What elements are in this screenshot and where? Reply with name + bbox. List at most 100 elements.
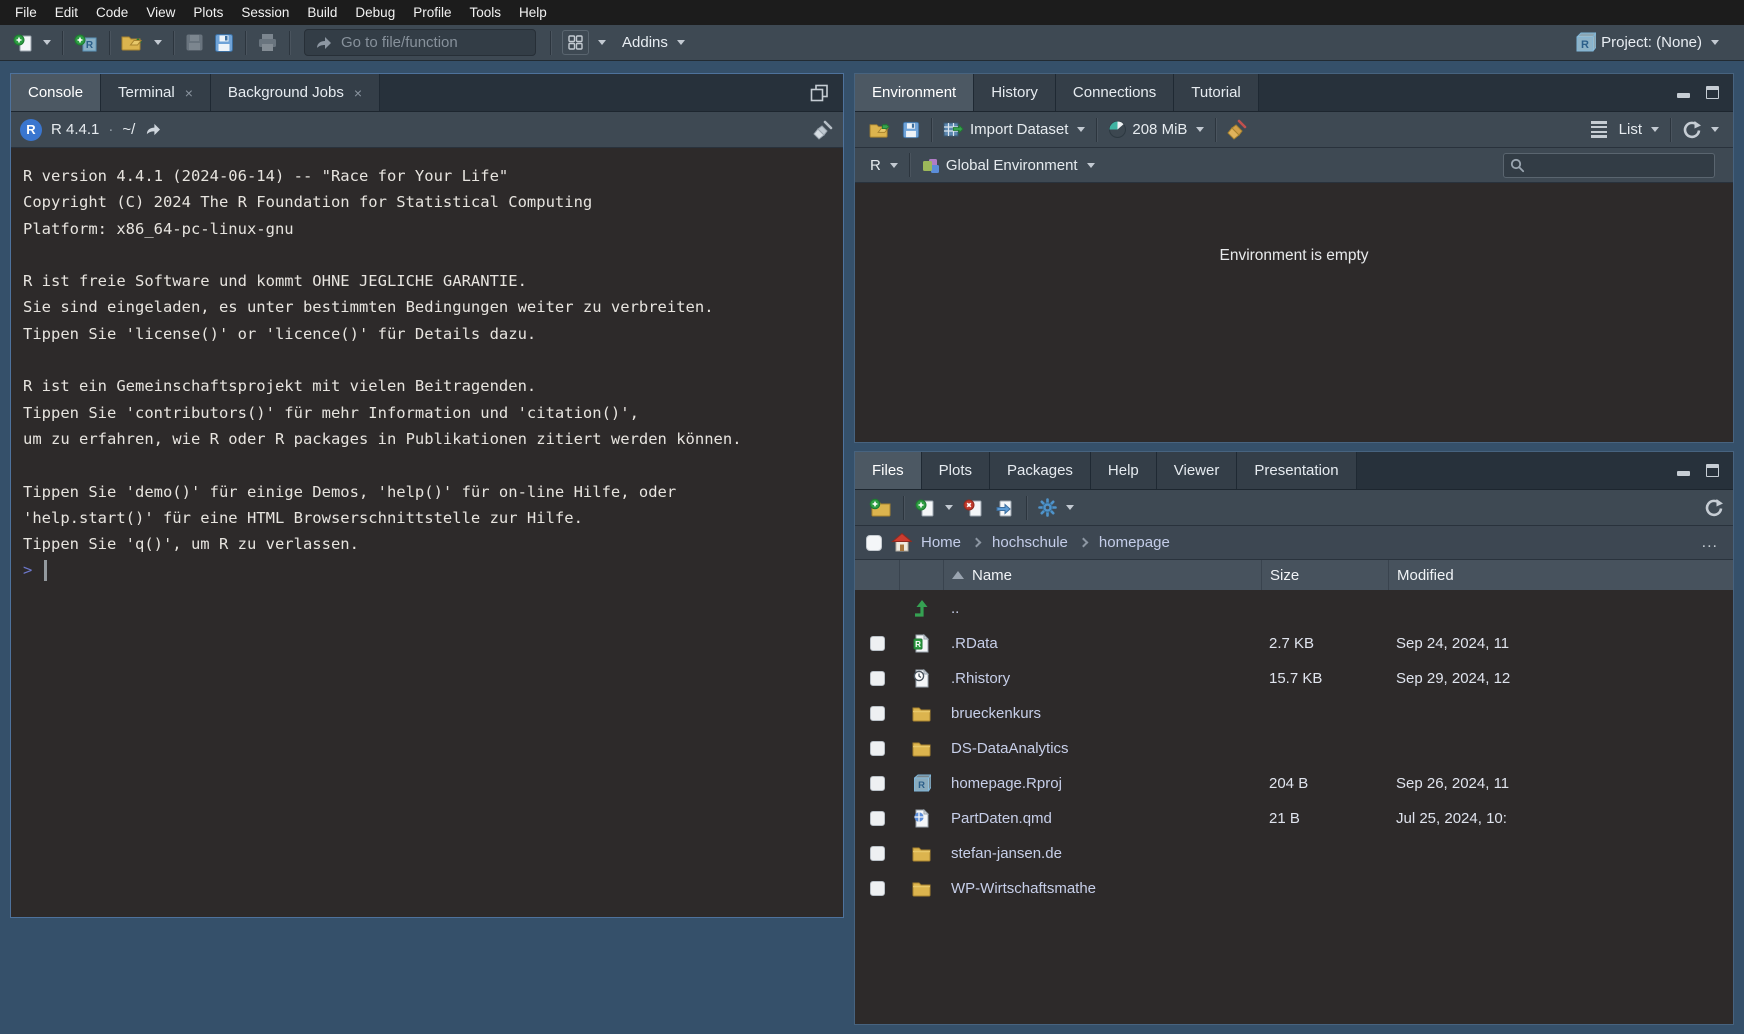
header-modified-column[interactable]: Modified [1388,560,1733,590]
menu-debug[interactable]: Debug [346,0,404,25]
more-file-commands-button[interactable] [1033,495,1079,520]
tab-tutorial[interactable]: Tutorial [1174,74,1258,111]
tab-environment[interactable]: Environment [855,74,974,111]
home-icon[interactable] [891,533,912,552]
file-checkbox[interactable] [870,706,885,721]
files-breadcrumb: Home hochschule homepage ... [855,526,1733,560]
tab-plots[interactable]: Plots [922,452,990,489]
new-file-button[interactable] [8,30,56,56]
folder-icon [912,881,931,897]
new-project-button[interactable]: R [69,30,103,56]
tab-terminal[interactable]: Terminal × [101,74,211,111]
menu-edit[interactable]: Edit [46,0,87,25]
file-checkbox[interactable] [870,881,885,896]
menu-view[interactable]: View [137,0,184,25]
save-all-button[interactable] [209,30,239,56]
file-link[interactable]: .Rhistory [951,670,1010,687]
tab-presentation[interactable]: Presentation [1237,452,1356,489]
new-blank-file-caret [945,505,953,510]
tab-background-jobs[interactable]: Background Jobs × [211,74,380,111]
file-link[interactable]: WP-Wirtschaftsmathe [951,880,1096,897]
open-file-button[interactable] [116,30,167,55]
memory-usage-button[interactable]: 208 MiB [1103,117,1209,142]
tab-terminal-close-icon[interactable]: × [185,85,193,101]
import-dataset-caret [1077,127,1085,132]
addins-grid-button[interactable] [557,27,611,58]
file-link[interactable]: DS-DataAnalytics [951,740,1069,757]
tab-help[interactable]: Help [1091,452,1157,489]
goto-file-search[interactable] [304,29,536,56]
refresh-files-icon[interactable] [1704,498,1724,517]
menu-help[interactable]: Help [510,0,556,25]
language-label: R [870,157,881,174]
tab-background-jobs-close-icon[interactable]: × [354,85,362,101]
tab-connections[interactable]: Connections [1056,74,1174,111]
refresh-environment-button[interactable] [1677,117,1724,142]
file-checkbox[interactable] [870,636,885,651]
environment-search-box[interactable] [1503,153,1715,178]
console-prompt-row[interactable]: > [23,557,831,583]
tab-history[interactable]: History [974,74,1056,111]
file-checkbox[interactable] [870,776,885,791]
clear-environment-button[interactable] [1222,116,1253,143]
console-body[interactable]: R version 4.4.1 (2024-06-14) -- "Race fo… [11,149,843,917]
file-link[interactable]: PartDaten.qmd [951,810,1052,827]
save-workspace-icon [902,121,920,139]
file-link[interactable]: .. [951,600,959,617]
select-all-checkbox[interactable] [866,535,882,551]
folder-icon [912,846,931,862]
menu-file[interactable]: File [6,0,46,25]
menu-code[interactable]: Code [87,0,137,25]
breadcrumb-more-button[interactable]: ... [1702,534,1722,552]
import-dataset-button[interactable]: Import Dataset [938,118,1090,141]
file-link[interactable]: brueckenkurs [951,705,1041,722]
show-directory-icon[interactable] [144,122,161,137]
load-workspace-button[interactable] [864,118,897,142]
tab-viewer[interactable]: Viewer [1157,452,1238,489]
tab-tutorial-label: Tutorial [1191,84,1240,101]
header-size-column[interactable]: Size [1261,560,1388,590]
new-folder-button[interactable] [864,495,897,520]
header-name-column[interactable]: Name [943,560,1261,590]
menu-session[interactable]: Session [232,0,298,25]
file-size: 2.7 KB [1269,635,1314,652]
files-minimize-icon[interactable] [1677,465,1690,477]
environment-scope-selector[interactable]: Global Environment [916,153,1100,178]
addins-button[interactable]: Addins [617,31,690,54]
menu-profile[interactable]: Profile [404,0,460,25]
files-maximize-icon[interactable] [1706,464,1719,477]
file-link[interactable]: stefan-jansen.de [951,845,1062,862]
copy-file-button[interactable] [989,495,1020,521]
goto-file-input[interactable] [341,34,540,51]
tab-files[interactable]: Files [855,452,922,489]
console-maximize-icon[interactable] [810,84,829,102]
delete-file-button[interactable] [958,495,989,521]
file-checkbox[interactable] [870,846,885,861]
tab-console[interactable]: Console [11,74,101,111]
tab-packages[interactable]: Packages [990,452,1091,489]
breadcrumb-hochschule[interactable]: hochschule [992,534,1068,551]
save-workspace-button[interactable] [897,118,925,142]
breadcrumb-home[interactable]: Home [921,534,961,551]
print-button[interactable] [252,30,283,55]
file-link[interactable]: .RData [951,635,998,652]
project-menu-button[interactable]: R Project: (None) [1569,29,1724,56]
breadcrumb-homepage[interactable]: homepage [1099,534,1170,551]
file-checkbox[interactable] [870,741,885,756]
working-directory-label[interactable]: ~/ [122,121,135,138]
menu-tools[interactable]: Tools [460,0,510,25]
save-button[interactable] [180,30,209,55]
environment-search-input[interactable] [1531,157,1712,173]
new-blank-file-button[interactable] [910,495,958,521]
menu-plots[interactable]: Plots [184,0,232,25]
environment-maximize-icon[interactable] [1706,86,1719,99]
clear-console-broom-icon[interactable] [813,119,834,140]
environment-view-mode-button[interactable]: List [1586,118,1664,141]
file-link[interactable]: homepage.Rproj [951,775,1062,792]
menu-build[interactable]: Build [298,0,346,25]
environment-minimize-icon[interactable] [1677,87,1690,99]
file-size: 21 B [1269,810,1300,827]
file-checkbox[interactable] [870,811,885,826]
language-selector[interactable]: R [865,154,903,177]
file-checkbox[interactable] [870,671,885,686]
